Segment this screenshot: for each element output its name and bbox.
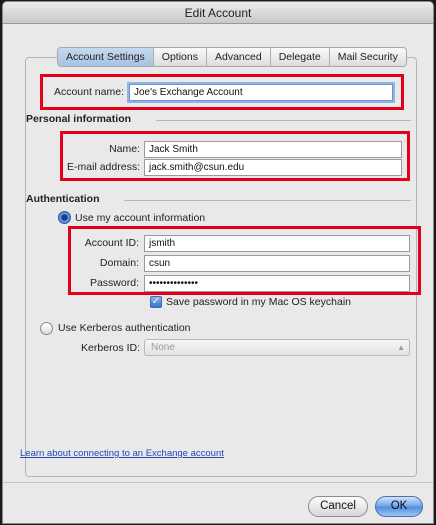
email-label: E-mail address: xyxy=(67,161,140,173)
ok-button[interactable]: OK xyxy=(375,496,423,517)
tab-options[interactable]: Options xyxy=(154,48,207,66)
cancel-button[interactable]: Cancel xyxy=(308,496,368,517)
save-password-checkbox[interactable]: ✓ xyxy=(150,296,162,308)
authentication-title: Authentication xyxy=(26,193,100,205)
password-label: Password: xyxy=(89,277,139,289)
domain-field[interactable]: csun xyxy=(144,255,410,272)
edit-account-window: Edit Account Account Settings Options Ad… xyxy=(2,1,434,524)
authentication-divider xyxy=(124,200,411,201)
select-arrows-icon: ▲ xyxy=(397,343,405,352)
tab-bar: Account Settings Options Advanced Delega… xyxy=(57,47,407,67)
kerberos-id-select[interactable]: None ▲ xyxy=(144,339,410,356)
kerberos-radio[interactable] xyxy=(40,322,53,335)
account-name-label: Account name: xyxy=(53,86,124,98)
settings-panel: Account name: Joe's Exchange Account Per… xyxy=(20,57,421,477)
name-field[interactable]: Jack Smith xyxy=(144,141,402,158)
save-password-label[interactable]: Save password in my Mac OS keychain xyxy=(166,296,351,308)
domain-label: Domain: xyxy=(99,257,139,269)
tab-mail-security[interactable]: Mail Security xyxy=(330,48,406,66)
personal-info-title: Personal information xyxy=(26,113,132,125)
account-name-field[interactable]: Joe's Exchange Account xyxy=(129,84,393,101)
kerberos-id-label: Kerberos ID: xyxy=(81,342,140,354)
window-title: Edit Account xyxy=(3,2,433,24)
email-field[interactable]: jack.smith@csun.edu xyxy=(144,159,402,176)
use-account-info-radio[interactable] xyxy=(58,211,71,224)
tab-delegate[interactable]: Delegate xyxy=(271,48,330,66)
name-label: Name: xyxy=(109,143,140,155)
footer-divider xyxy=(3,482,433,483)
account-id-label: Account ID: xyxy=(84,237,139,249)
kerberos-label[interactable]: Use Kerberos authentication xyxy=(58,322,191,334)
kerberos-id-value: None xyxy=(151,342,175,353)
learn-exchange-link[interactable]: Learn about connecting to an Exchange ac… xyxy=(20,448,224,459)
personal-info-divider xyxy=(156,120,411,121)
account-id-field[interactable]: jsmith xyxy=(144,235,410,252)
tab-account-settings[interactable]: Account Settings xyxy=(58,48,154,66)
use-account-info-label[interactable]: Use my account information xyxy=(75,212,205,224)
password-field[interactable]: •••••••••••••• xyxy=(144,275,410,292)
tab-advanced[interactable]: Advanced xyxy=(207,48,271,66)
